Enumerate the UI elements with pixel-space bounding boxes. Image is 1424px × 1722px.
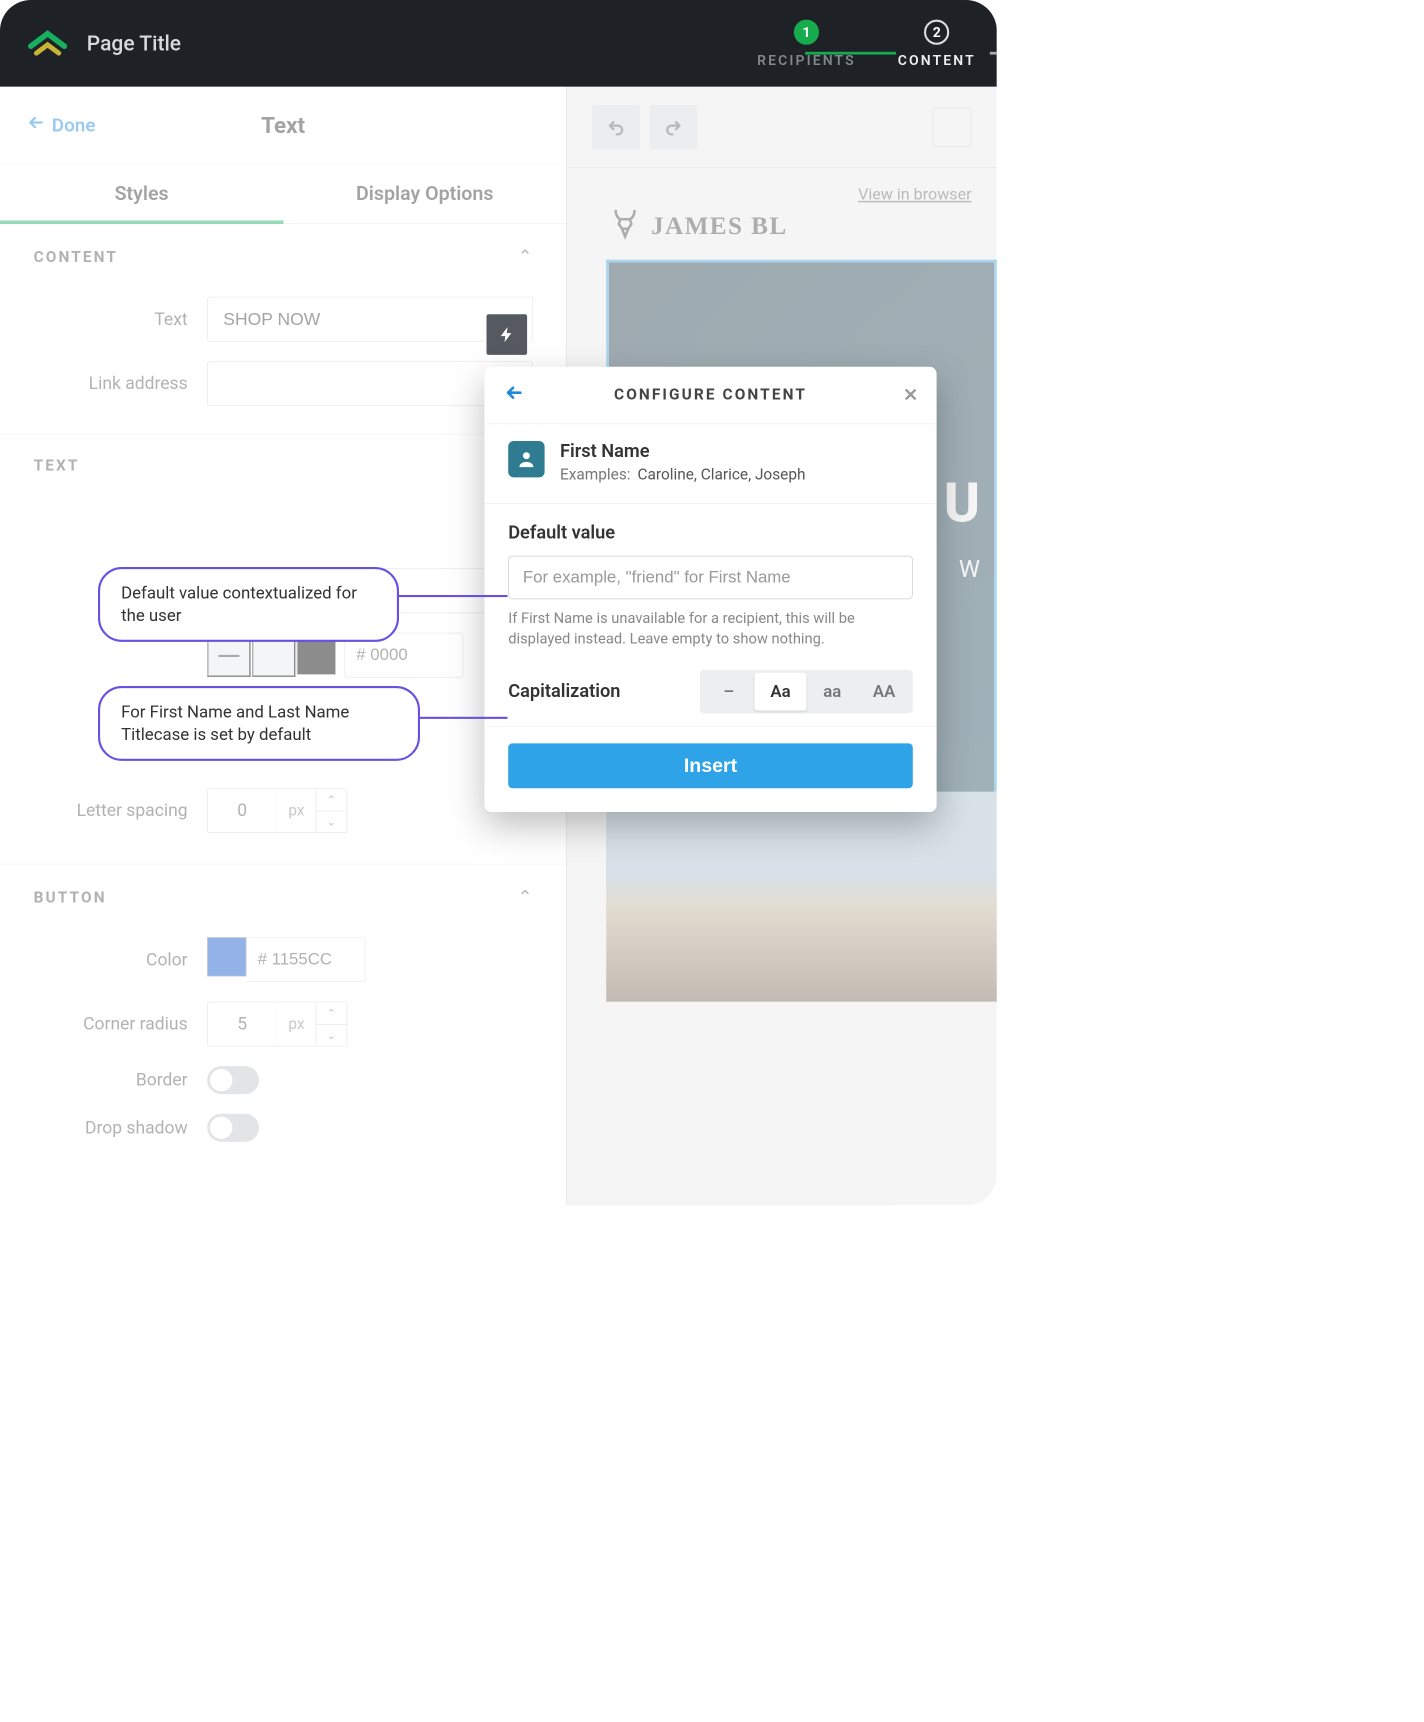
done-button[interactable]: Done: [27, 113, 96, 136]
tab-display-options[interactable]: Display Options: [283, 164, 566, 224]
chevron-up-icon[interactable]: ⌃: [517, 887, 532, 908]
undo-button[interactable]: [592, 105, 640, 150]
step-recipients[interactable]: 1 RECIPIENTS: [757, 20, 856, 69]
unit: px: [277, 789, 316, 832]
link-address-label: Link address: [34, 373, 188, 393]
corner-radius-input[interactable]: 5 px ⌃⌄: [207, 1002, 347, 1047]
cap-option-lowercase[interactable]: aa: [806, 673, 858, 711]
field-name: First Name: [560, 441, 805, 462]
section-button: BUTTON ⌃ Color Corner radius 5 px ⌃⌄: [0, 865, 566, 1152]
stepper-down[interactable]: ⌄: [316, 811, 346, 832]
section-title: TEXT: [34, 457, 80, 475]
configure-content-popover: CONFIGURE CONTENT ✕ First Name Examples:…: [484, 367, 936, 812]
editor-side-panel: Done Text Styles Display Options CONTENT…: [0, 87, 567, 1206]
stepper-up[interactable]: ⌃: [316, 1002, 346, 1024]
done-label: Done: [52, 114, 96, 136]
capitalization-label: Capitalization: [508, 681, 620, 702]
examples-label: Examples:: [560, 466, 631, 484]
cap-option-uppercase[interactable]: AA: [858, 673, 910, 711]
drop-shadow-label: Drop shadow: [34, 1118, 188, 1138]
popover-title: CONFIGURE CONTENT: [614, 386, 807, 404]
default-value-input[interactable]: [508, 556, 913, 599]
topbar: Page Title 1 RECIPIENTS 2 CONTENT: [0, 0, 997, 87]
stepper-down[interactable]: ⌄: [316, 1024, 346, 1045]
toolbar-control[interactable]: [932, 107, 971, 146]
drop-shadow-toggle[interactable]: [207, 1114, 259, 1142]
border-label: Border: [34, 1070, 188, 1090]
default-value-hint: If First Name is unavailable for a recip…: [508, 609, 913, 650]
stepper-up[interactable]: ⌃: [316, 789, 346, 811]
step-label: CONTENT: [898, 52, 976, 69]
panel-title: Text: [261, 112, 305, 139]
chevron-up-icon[interactable]: ⌃: [517, 246, 532, 267]
hero-text: W: [959, 555, 980, 583]
brand-name: JAMES BL: [651, 211, 788, 240]
person-icon: [508, 441, 544, 477]
border-toggle[interactable]: [207, 1066, 259, 1094]
step-number: 1: [794, 20, 819, 45]
default-value-label: Default value: [508, 522, 913, 543]
color-hex-input[interactable]: [246, 937, 365, 982]
step-number: 2: [924, 20, 949, 45]
unit: px: [277, 1002, 316, 1045]
text-label: Text: [34, 309, 188, 329]
section-title: BUTTON: [34, 889, 107, 907]
arrow-left-icon: [27, 113, 45, 136]
annotation-line: [420, 717, 508, 719]
close-button[interactable]: ✕: [903, 385, 918, 406]
tab-styles[interactable]: Styles: [0, 164, 283, 224]
letter-spacing-input[interactable]: 0 px ⌃⌄: [207, 788, 347, 833]
redo-button[interactable]: [650, 105, 698, 150]
insert-content-button[interactable]: [484, 312, 529, 357]
insert-button[interactable]: Insert: [508, 743, 913, 788]
color-swatch[interactable]: [207, 937, 246, 976]
letter-spacing-label: Letter spacing: [34, 800, 188, 820]
deer-icon: [606, 205, 644, 246]
annotation-line: [399, 595, 508, 597]
app-logo-icon: [28, 28, 67, 59]
hero-text: U: [944, 471, 980, 535]
color-label: Color: [34, 950, 188, 970]
section-content: CONTENT ⌃ Text Link address: [0, 224, 566, 435]
step-content[interactable]: 2 CONTENT: [898, 20, 976, 69]
capitalization-segmented: – Aa aa AA: [700, 670, 913, 713]
section-text: TEXT Normal —: [0, 435, 566, 865]
value: 0: [208, 789, 277, 832]
page-title: Page Title: [87, 31, 181, 55]
annotation-callout: For First Name and Last Name Titlecase i…: [98, 686, 420, 761]
back-button[interactable]: [504, 383, 524, 408]
section-title: CONTENT: [34, 248, 118, 266]
corner-radius-label: Corner radius: [34, 1014, 188, 1034]
annotation-callout: Default value contextualized for the use…: [98, 567, 399, 642]
content-image: [606, 792, 997, 1002]
cap-option-titlecase[interactable]: Aa: [755, 673, 807, 711]
cap-option-none[interactable]: –: [703, 673, 755, 711]
value: 5: [208, 1002, 277, 1045]
examples-values: Caroline, Clarice, Joseph: [637, 466, 805, 484]
